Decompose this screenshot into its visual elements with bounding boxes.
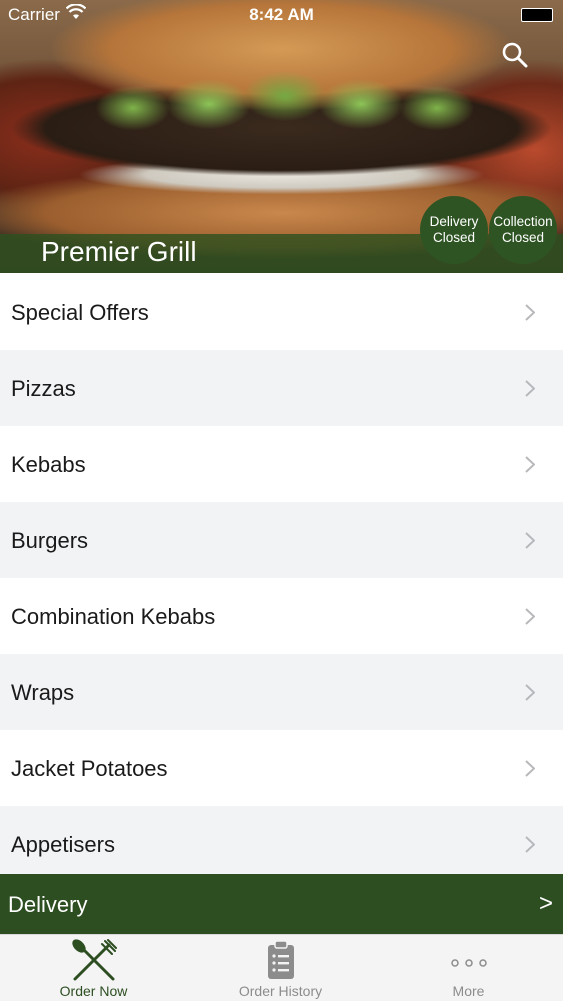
menu-item-combination-kebabs[interactable]: Combination Kebabs: [0, 578, 563, 654]
delivery-status-value: Closed: [432, 230, 476, 245]
menu-item-wraps[interactable]: Wraps: [0, 654, 563, 730]
menu-item-burgers[interactable]: Burgers: [0, 502, 563, 578]
menu-item-label: Combination Kebabs: [11, 604, 216, 629]
fork-knife-icon: [71, 939, 117, 981]
menu-item-jacket-potatoes[interactable]: Jacket Potatoes: [0, 730, 563, 806]
tab-order-now[interactable]: Order Now: [0, 935, 187, 1001]
burger-lettuce: [95, 60, 475, 140]
menu-item-appetisers[interactable]: Appetisers: [0, 806, 563, 882]
tab-label: Order History: [238, 983, 323, 999]
tab-bar: Order Now Order History More: [0, 934, 563, 1001]
menu-item-label: Appetisers: [11, 832, 115, 857]
chevron-right-icon: [525, 608, 535, 625]
search-icon[interactable]: [502, 42, 528, 68]
menu-item-label: Kebabs: [11, 452, 86, 477]
menu-item-kebabs[interactable]: Kebabs: [0, 426, 563, 502]
collection-status-title: Collection: [493, 214, 553, 229]
chevron-right-icon: [525, 532, 535, 549]
delivery-status-title: Delivery: [429, 214, 479, 229]
delivery-status-badge: Delivery Closed: [420, 196, 488, 264]
menu-item-label: Pizzas: [11, 376, 76, 401]
tab-order-history[interactable]: Order History: [187, 935, 374, 1001]
menu-item-label: Burgers: [11, 528, 89, 553]
delivery-arrow-icon: >: [538, 890, 553, 917]
menu-item-pizzas[interactable]: Pizzas: [0, 350, 563, 426]
restaurant-name: Premier Grill: [41, 236, 197, 267]
collection-status-value: Closed: [501, 230, 545, 245]
menu-item-label: Special Offers: [11, 300, 149, 325]
collection-status-badge: Collection Closed: [489, 196, 557, 264]
chevron-right-icon: [525, 304, 535, 321]
delivery-mode-label: Delivery: [8, 892, 88, 917]
delivery-mode-bar[interactable]: Delivery >: [0, 874, 563, 934]
chevron-right-icon: [525, 760, 535, 777]
chevron-right-icon: [525, 456, 535, 473]
tab-label: Order Now: [59, 983, 128, 999]
menu-item-label: Jacket Potatoes: [11, 756, 168, 781]
chevron-right-icon: [525, 684, 535, 701]
status-bar: Carrier 8:42 AM: [0, 0, 563, 30]
clipboard-icon: [267, 940, 294, 979]
menu-item-special-offers[interactable]: Special Offers: [0, 274, 563, 350]
menu-item-label: Wraps: [11, 680, 75, 705]
chevron-right-icon: [525, 836, 535, 853]
menu-category-list: Special Offers Pizzas Kebabs Burgers Com…: [0, 274, 563, 882]
clock: 8:42 AM: [249, 5, 314, 24]
battery-icon: [521, 8, 553, 22]
tab-label: More: [452, 983, 485, 999]
chevron-right-icon: [525, 380, 535, 397]
tab-more[interactable]: More: [375, 935, 562, 1001]
more-dots-icon: [450, 959, 487, 967]
